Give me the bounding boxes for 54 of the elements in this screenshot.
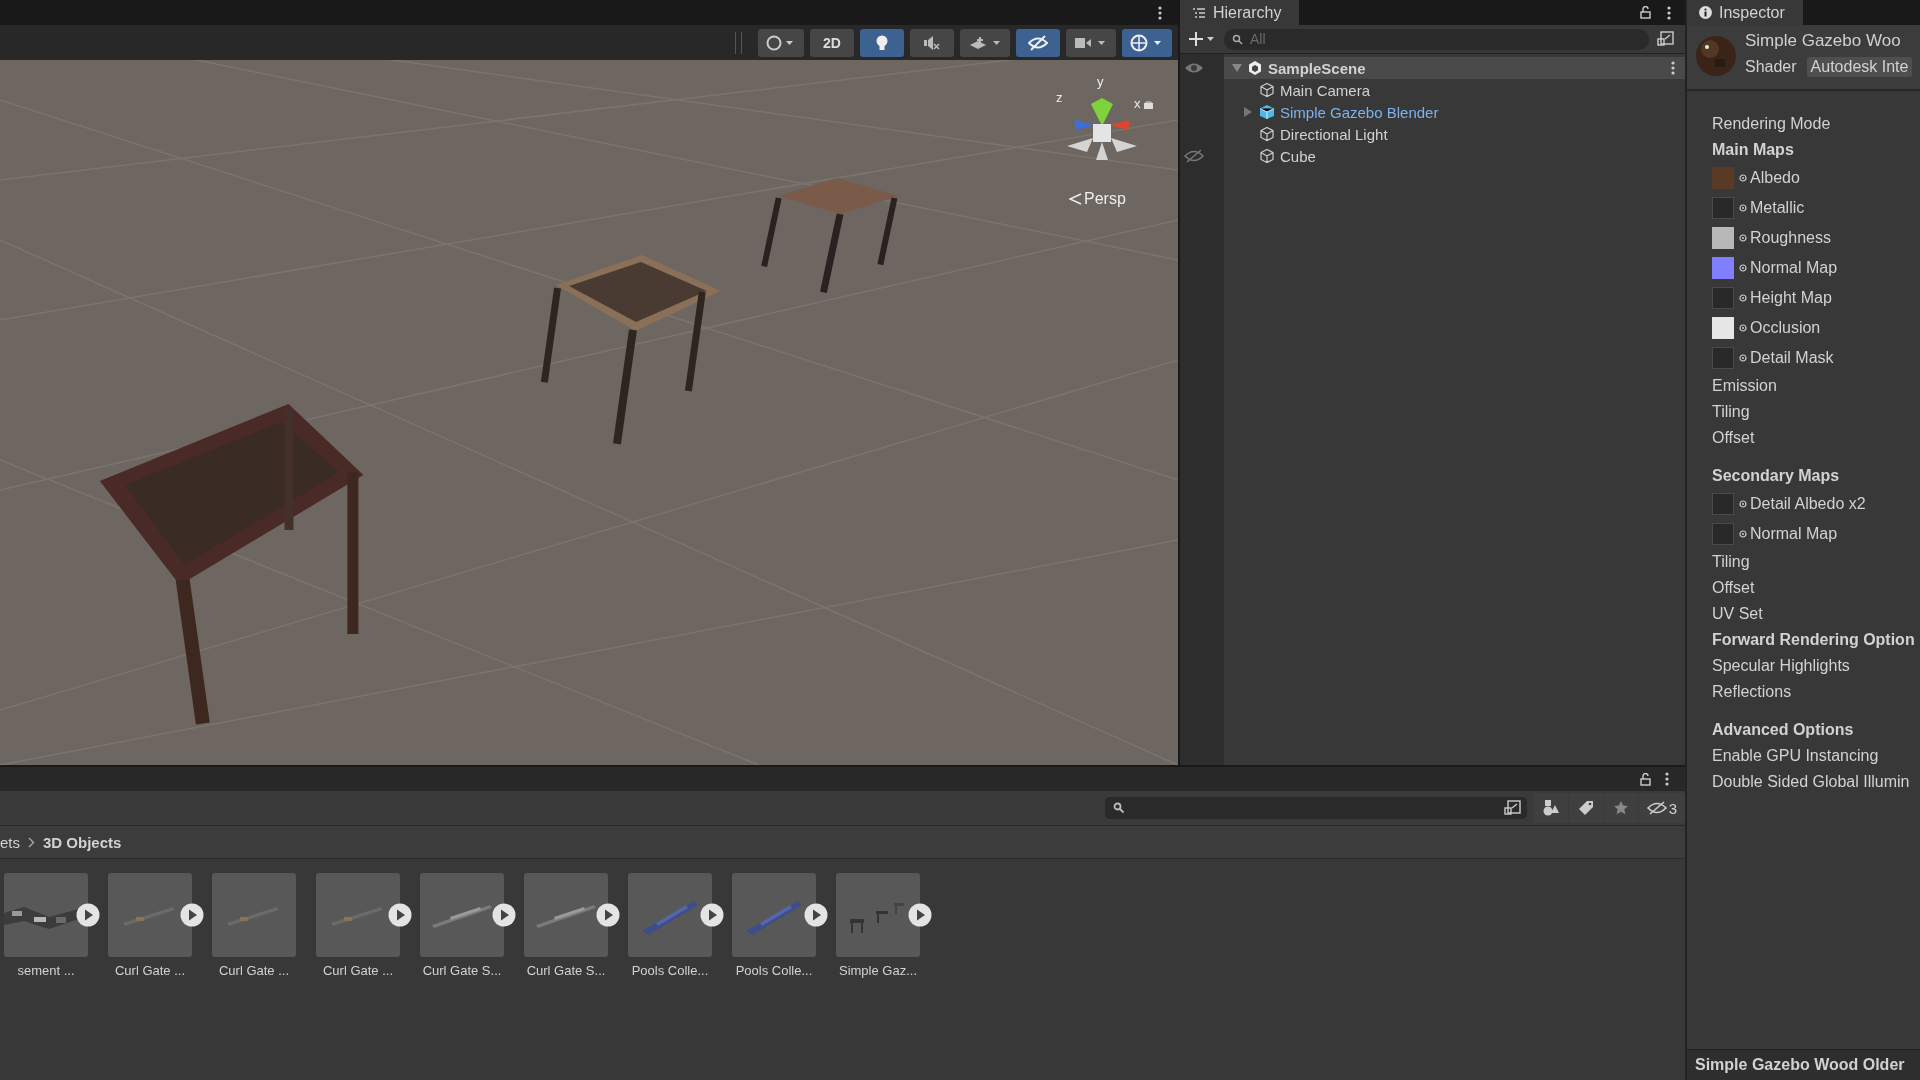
texture-label: Height Map [1750, 289, 1832, 307]
asset-item[interactable]: Curl Gate S... [420, 873, 516, 978]
property-label: Tiling [1712, 402, 1751, 422]
section-header: Main Maps [1712, 140, 1795, 160]
texture-label: Albedo [1750, 169, 1800, 187]
texture-label: Normal Map [1750, 525, 1838, 543]
asset-item[interactable]: Pools Colle... [732, 873, 828, 978]
search-field[interactable]: All [1224, 28, 1649, 50]
asset-item[interactable]: Curl Gate ... [108, 873, 204, 978]
shader-dropdown[interactable]: Autodesk Inte [1806, 57, 1913, 77]
asset-item[interactable]: sement ... [4, 873, 100, 978]
property-label: Offset [1712, 578, 1756, 598]
property-label: Offset [1712, 428, 1756, 448]
shader-label: Shader [1745, 58, 1797, 76]
scene-row[interactable]: SampleScene [1224, 57, 1685, 79]
axis-label: x [1134, 97, 1141, 110]
property-label: Enable GPU Instancing [1712, 746, 1880, 766]
asset-item[interactable]: Simple Gaz... [836, 873, 932, 978]
hierarchy-tab[interactable]: Hierarchy [1180, 0, 1300, 25]
axis-label: z [1056, 91, 1063, 104]
hierarchy-item[interactable]: Directional Light [1224, 123, 1685, 145]
texture-label: Normal Map [1750, 259, 1838, 277]
section-header: Advanced Options [1712, 720, 1855, 740]
texture-label: Detail Mask [1750, 349, 1834, 367]
property-label: Emission [1712, 376, 1778, 396]
texture-label: Occlusion [1750, 319, 1821, 337]
breadcrumb-link[interactable]: 3D Objects [43, 833, 122, 851]
hierarchy-item[interactable]: Cube [1224, 145, 1685, 167]
asset-item[interactable]: Curl Gate S... [524, 873, 620, 978]
property-label: Double Sided Global Illumin [1712, 772, 1911, 792]
projection-toggle[interactable]: Persp [1068, 190, 1126, 208]
property-label: Reflections [1712, 682, 1793, 702]
material-name: Simple Gazebo Woo [1745, 31, 1902, 51]
breadcrumb-link[interactable]: ets [0, 833, 20, 851]
hierarchy-item[interactable]: Main Camera [1224, 79, 1685, 101]
texture-label: Metallic [1750, 199, 1805, 217]
property-label: Specular Highlights [1712, 656, 1851, 676]
scene-name: SampleScene [1268, 59, 1366, 77]
property-label: Rendering Mode [1712, 114, 1832, 134]
hidden-packages-button[interactable]: 3 [1639, 793, 1685, 823]
asset-label-bar: Simple Gazebo Wood Older [1687, 1049, 1920, 1080]
asset-item[interactable]: Curl Gate ... [316, 873, 412, 978]
2d-toggle-button[interactable]: 2D [810, 28, 854, 57]
axis-label: y [1097, 75, 1104, 88]
asset-item[interactable]: Pools Colle... [628, 873, 724, 978]
property-label: UV Set [1712, 604, 1764, 624]
inspector-tab[interactable]: Inspector [1687, 0, 1803, 25]
section-header: Secondary Maps [1712, 466, 1841, 486]
texture-label: Roughness [1750, 229, 1831, 247]
asset-item[interactable]: Curl Gate ... [212, 873, 308, 978]
property-label: Tiling [1712, 552, 1751, 572]
section-header: Forward Rendering Option [1712, 630, 1916, 650]
texture-label: Detail Albedo x2 [1750, 495, 1866, 513]
hierarchy-item[interactable]: Simple Gazebo Blender [1224, 101, 1685, 123]
